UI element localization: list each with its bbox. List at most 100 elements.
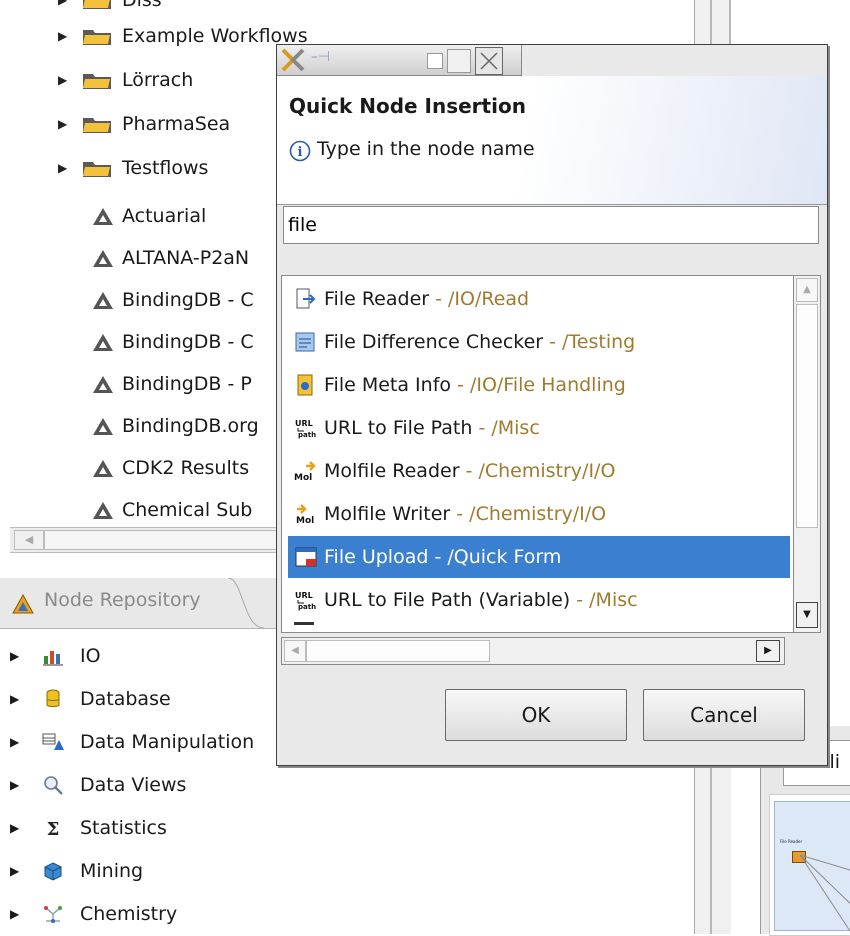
expand-arrow-icon[interactable]: ▶ — [58, 150, 67, 186]
results-horizontal-scrollbar[interactable]: ◀ ▶ — [281, 637, 785, 665]
node-search-input[interactable] — [283, 206, 819, 244]
window-maximize-button[interactable] — [447, 49, 471, 73]
scroll-left-button[interactable]: ◀ — [284, 640, 306, 662]
result-item-file-reader[interactable]: File Reader - /IO/Read — [288, 278, 790, 320]
expand-arrow-icon[interactable]: ▶ — [10, 636, 19, 676]
dialog-titlebar[interactable]: –⊣ — [277, 45, 522, 76]
node-results-list[interactable]: File Reader - /IO/Read File Difference Ch… — [281, 275, 795, 633]
workflow-triangle-icon — [93, 418, 113, 435]
result-path: - /Quick Form — [428, 546, 562, 568]
tree-item-label: BindingDB - C — [122, 331, 254, 353]
folder-icon — [83, 162, 111, 177]
ok-button[interactable]: OK — [445, 689, 627, 741]
repo-category-statistics[interactable]: ▶ Σ Statistics — [0, 808, 690, 848]
workflow-triangle-icon — [93, 376, 113, 393]
result-name: URL to File Path — [324, 417, 473, 439]
quick-node-insertion-dialog: –⊣ Quick Node Insertion i Type in the no… — [276, 44, 828, 766]
result-item-file-upload[interactable]: File Upload - /Quick Form — [288, 536, 790, 578]
expand-arrow-icon[interactable]: ▶ — [10, 894, 19, 934]
io-icon — [43, 651, 63, 666]
scroll-right-button[interactable]: ▶ — [756, 640, 780, 662]
svg-text:Mol: Mol — [294, 473, 312, 482]
result-name: File Reader — [324, 288, 430, 310]
svg-text:URL: URL — [295, 591, 313, 600]
result-item-url-to-file-path[interactable]: URL path URL to File Path - /Misc — [288, 407, 790, 449]
results-vertical-scrollbar[interactable]: ▲ ▼ — [793, 275, 821, 633]
repo-category-label: Mining — [80, 860, 144, 882]
repo-category-label: Database — [80, 688, 171, 710]
folder-icon — [83, 74, 111, 89]
result-path: - /Chemistry/I/O — [459, 460, 616, 482]
result-path: - /IO/File Handling — [451, 374, 626, 396]
tree-item-label: BindingDB - P — [122, 373, 252, 395]
result-item-molfile-writer[interactable]: Mol Molfile Writer - /Chemistry/I/O — [288, 493, 790, 535]
dialog-info-text: Type in the node name — [317, 138, 535, 160]
node-repository-tab-label: Node Repository — [44, 589, 201, 611]
cancel-button[interactable]: Cancel — [643, 689, 805, 741]
outline-canvas: File Reader — [769, 794, 850, 936]
repo-category-label: IO — [80, 645, 101, 667]
outline-connections — [800, 854, 850, 932]
svg-text:Σ: Σ — [47, 819, 60, 838]
result-item-file-difference-checker[interactable]: File Difference Checker - /Testing — [288, 321, 790, 363]
file-upload-icon — [295, 547, 317, 567]
url-path-icon: URL path — [295, 419, 316, 439]
repo-category-chemistry[interactable]: ▶ Chemistry — [0, 894, 690, 934]
repo-category-label: Statistics — [80, 817, 167, 839]
result-item-url-to-file-path-variable[interactable]: URL path URL to File Path (Variable) - /Mi… — [288, 579, 790, 621]
repo-category-data-views[interactable]: ▶ Data Views — [0, 765, 690, 805]
expand-arrow-icon[interactable]: ▶ — [10, 679, 19, 719]
svg-text:i: i — [298, 145, 303, 160]
result-name: File Meta Info — [324, 374, 452, 396]
file-diff-icon — [295, 332, 315, 352]
expand-arrow-icon[interactable]: ▶ — [10, 851, 19, 891]
workflow-triangle-icon — [93, 460, 113, 477]
pin-icon[interactable]: –⊣ — [311, 49, 330, 65]
repo-category-mining[interactable]: ▶ Mining — [0, 851, 690, 891]
partial-result-item — [294, 622, 314, 632]
tree-item-label: BindingDB - C — [122, 289, 254, 311]
dialog-header: Quick Node Insertion i Type in the node … — [277, 76, 827, 205]
workflow-triangle-icon — [93, 292, 113, 309]
node-repository-tab[interactable]: Node Repository — [0, 578, 264, 629]
node-repository-icon — [12, 594, 34, 614]
folder-icon — [83, 0, 111, 9]
expand-arrow-icon[interactable]: ▶ — [10, 765, 19, 805]
scroll-left-button[interactable]: ◀ — [14, 530, 44, 550]
expand-arrow-icon[interactable]: ▶ — [58, 0, 67, 18]
scrollbar-thumb[interactable] — [306, 640, 490, 662]
result-path: - /Misc — [472, 417, 540, 439]
magnifier-icon — [44, 776, 63, 795]
result-name: URL to File Path (Variable) — [324, 589, 571, 611]
scroll-up-button[interactable]: ▲ — [796, 278, 818, 302]
expand-arrow-icon[interactable]: ▶ — [10, 808, 19, 848]
window-close-button[interactable] — [475, 47, 503, 75]
result-name: File Difference Checker — [324, 331, 544, 353]
result-name: Molfile Writer — [324, 503, 451, 525]
result-path: - /Chemistry/I/O — [450, 503, 607, 525]
app-logo-icon — [281, 48, 305, 72]
result-name: File Upload — [324, 546, 429, 568]
molfile-reader-icon: Mol — [294, 461, 316, 482]
tree-item-label: Lörrach — [122, 69, 194, 91]
expand-arrow-icon[interactable]: ▶ — [58, 18, 67, 54]
tree-item-partial[interactable]: ▶ Diss — [0, 0, 690, 18]
svg-text:URL: URL — [295, 419, 313, 428]
tree-item-label: Actuarial — [122, 205, 207, 227]
url-path-icon: URL path — [295, 591, 316, 611]
database-icon — [46, 689, 60, 707]
molecule-icon — [44, 906, 62, 923]
expand-arrow-icon[interactable]: ▶ — [58, 62, 67, 98]
scrollbar-thumb[interactable] — [44, 530, 282, 550]
expand-arrow-icon[interactable]: ▶ — [10, 722, 19, 762]
scrollbar-thumb[interactable] — [796, 304, 818, 528]
sigma-icon: Σ — [47, 819, 60, 838]
repo-category-label: Data Views — [80, 774, 187, 796]
result-item-file-meta-info[interactable]: File Meta Info - /IO/File Handling — [288, 364, 790, 406]
file-meta-icon — [297, 374, 313, 396]
scroll-down-button[interactable]: ▼ — [796, 602, 818, 628]
expand-arrow-icon[interactable]: ▶ — [58, 106, 67, 142]
result-item-molfile-reader[interactable]: Mol Molfile Reader - /Chemistry/I/O — [288, 450, 790, 492]
tree-item-label: PharmaSea — [122, 113, 231, 135]
window-minimize-button[interactable] — [427, 53, 443, 69]
